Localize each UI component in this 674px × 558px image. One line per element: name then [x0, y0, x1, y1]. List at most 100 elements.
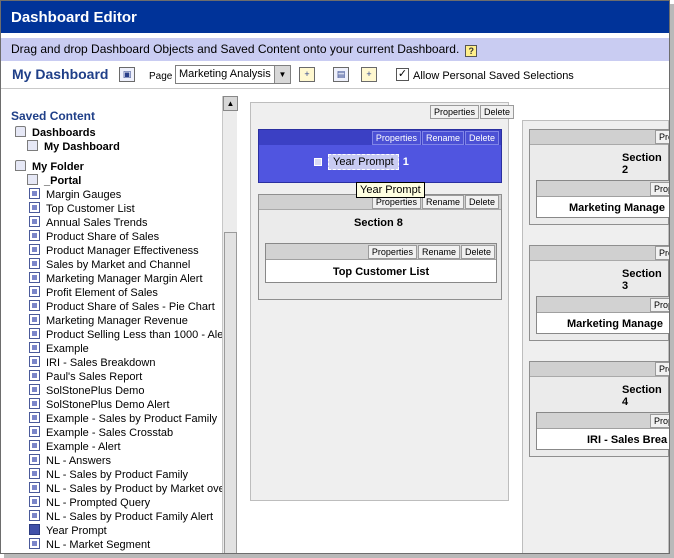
- section-buttons: Prop: [654, 246, 669, 260]
- add-column-icon[interactable]: +: [361, 67, 377, 82]
- list-item[interactable]: Margin Gauges: [29, 188, 121, 201]
- list-item[interactable]: SolStonePlus Demo Alert: [29, 398, 170, 411]
- report-icon: [29, 230, 40, 241]
- section-buttons: Properties Rename Delete: [371, 131, 499, 145]
- open-folder-icon: [15, 160, 26, 171]
- section-rename-button[interactable]: Rename: [421, 131, 464, 145]
- dashboard-object[interactable]: Properties Rename Delete Top Customer Li…: [265, 243, 497, 283]
- help-icon[interactable]: ?: [465, 45, 478, 57]
- list-item[interactable]: Year Prompt: [29, 524, 107, 537]
- section-4[interactable]: Prop Section 4 Prop IRI - Sales Brea: [529, 361, 669, 457]
- list-item-label: NL - Sales by Product Family Alert: [46, 511, 214, 523]
- tree-my-folder[interactable]: My Folder: [15, 160, 84, 173]
- list-item[interactable]: Example: [29, 342, 89, 355]
- object-title: Marketing Manage: [567, 318, 663, 330]
- list-item[interactable]: Product Share of Sales - Pie Chart: [29, 300, 215, 313]
- page-select[interactable]: Marketing Analysis ▼: [175, 65, 291, 84]
- section-buttons: Prop: [654, 362, 669, 376]
- list-item[interactable]: SolStonePlus Demo: [29, 384, 144, 397]
- scroll-up-icon[interactable]: ▲: [223, 96, 238, 111]
- object-properties-button[interactable]: Properties: [367, 245, 417, 259]
- tree-label: My Folder: [32, 161, 84, 173]
- vertical-scrollbar[interactable]: ▲: [222, 96, 238, 553]
- list-item[interactable]: NL - Answers: [29, 454, 111, 467]
- dashboard-object[interactable]: Prop IRI - Sales Brea: [536, 412, 669, 450]
- section-properties-button[interactable]: Prop: [655, 130, 669, 144]
- list-item-label: Paul's Sales Report: [46, 371, 143, 383]
- section-toolbar: Prop: [530, 362, 669, 377]
- section-title: Section 4: [622, 384, 662, 408]
- report-icon: [29, 370, 40, 381]
- list-item[interactable]: Product Selling Less than 1000 - Aler: [29, 328, 227, 341]
- list-item-label: Example - Alert: [46, 441, 121, 453]
- allow-personal-checkbox[interactable]: ✓: [396, 68, 409, 81]
- list-item[interactable]: Top Customer List: [29, 202, 135, 215]
- year-prompt-object[interactable]: Year Prompt 1: [314, 154, 409, 170]
- list-item-label: Annual Sales Trends: [46, 217, 148, 229]
- list-item[interactable]: Product Manager Effectiveness: [29, 244, 199, 257]
- list-item[interactable]: Product Share of Sales: [29, 230, 159, 243]
- list-item[interactable]: Example - Sales by Product Family: [29, 412, 217, 425]
- section-delete-button[interactable]: Delete: [464, 195, 499, 209]
- dashboard-properties-icon[interactable]: ▣: [119, 67, 135, 82]
- report-icon: [29, 412, 40, 423]
- section-title: Section 3: [622, 268, 662, 292]
- prompt-icon: [314, 158, 322, 166]
- list-item-label: NL - Answers: [46, 455, 112, 467]
- dashboard-title: My Dashboard: [12, 66, 109, 82]
- report-icon: [29, 496, 40, 507]
- list-item[interactable]: NL - Sales by Product Family Alert: [29, 510, 213, 523]
- column-properties-button[interactable]: Properties: [430, 105, 480, 119]
- dashboard-object[interactable]: Prop Marketing Manage: [536, 296, 669, 334]
- section-8[interactable]: Properties Rename Delete Section 8 Prope…: [258, 194, 502, 300]
- tree-portal-folder[interactable]: _Portal: [27, 174, 81, 187]
- object-properties-button[interactable]: Prop: [650, 182, 669, 196]
- section-2[interactable]: Prop Section 2 Prop Marketing Manage: [529, 129, 669, 225]
- object-buttons: Prop: [649, 414, 669, 428]
- selected-section[interactable]: Properties Rename Delete Year Prompt 1: [258, 129, 502, 183]
- section-3[interactable]: Prop Section 3 Prop Marketing Manage: [529, 245, 669, 341]
- column-delete-button[interactable]: Delete: [480, 105, 515, 119]
- list-item[interactable]: Annual Sales Trends: [29, 216, 148, 229]
- list-item-label: Top Customer List: [46, 203, 135, 215]
- list-item[interactable]: Sales by Market and Channel: [29, 258, 190, 271]
- dashboard-object[interactable]: Prop Marketing Manage: [536, 180, 669, 218]
- object-rename-button[interactable]: Rename: [417, 245, 460, 259]
- list-item-label: Year Prompt: [46, 525, 107, 537]
- object-properties-button[interactable]: Prop: [650, 414, 669, 428]
- chevron-down-icon[interactable]: ▼: [274, 66, 290, 83]
- page-select-value: Marketing Analysis: [179, 68, 271, 80]
- report-icon: [29, 286, 40, 297]
- report-icon: [29, 398, 40, 409]
- tree-dashboards-folder[interactable]: Dashboards: [15, 126, 96, 139]
- list-item-label: NL - Sales by Product by Market ove: [46, 483, 225, 495]
- object-buttons: Prop: [649, 298, 669, 312]
- list-item[interactable]: Profit Element of Sales: [29, 286, 158, 299]
- list-item[interactable]: IRI - Sales Breakdown: [29, 356, 155, 369]
- section-delete-button[interactable]: Delete: [464, 131, 499, 145]
- list-item[interactable]: Marketing Manager Revenue: [29, 314, 188, 327]
- section-rename-button[interactable]: Rename: [421, 195, 464, 209]
- tree-my-dashboard[interactable]: My Dashboard: [27, 140, 120, 153]
- list-item[interactable]: Example - Alert: [29, 440, 121, 453]
- list-item[interactable]: NL - Market Segment: [29, 538, 150, 551]
- list-item[interactable]: NL - Sales by Product Family: [29, 468, 188, 481]
- list-item[interactable]: Marketing Manager Margin Alert: [29, 272, 203, 285]
- list-item[interactable]: NL - Sales by Product by Market ove: [29, 482, 225, 495]
- object-delete-button[interactable]: Delete: [460, 245, 495, 259]
- section-title: Section 2: [622, 152, 662, 176]
- list-item[interactable]: Paul's Sales Report: [29, 370, 142, 383]
- section-properties-button[interactable]: Properties: [371, 131, 421, 145]
- section-properties-button[interactable]: Prop: [655, 246, 669, 260]
- object-buttons: Properties Rename Delete: [367, 245, 495, 259]
- add-page-icon[interactable]: +: [299, 67, 315, 82]
- window-shadow: [670, 4, 674, 558]
- section-properties-button[interactable]: Prop: [655, 362, 669, 376]
- object-properties-button[interactable]: Prop: [650, 298, 669, 312]
- scrollbar-thumb[interactable]: [224, 232, 237, 553]
- report-icon: [29, 356, 40, 367]
- list-item[interactable]: NL - Prompted Query: [29, 496, 150, 509]
- list-item-label: Product Share of Sales: [46, 231, 160, 243]
- list-item[interactable]: Example - Sales Crosstab: [29, 426, 173, 439]
- page-properties-icon[interactable]: ▤: [333, 67, 349, 82]
